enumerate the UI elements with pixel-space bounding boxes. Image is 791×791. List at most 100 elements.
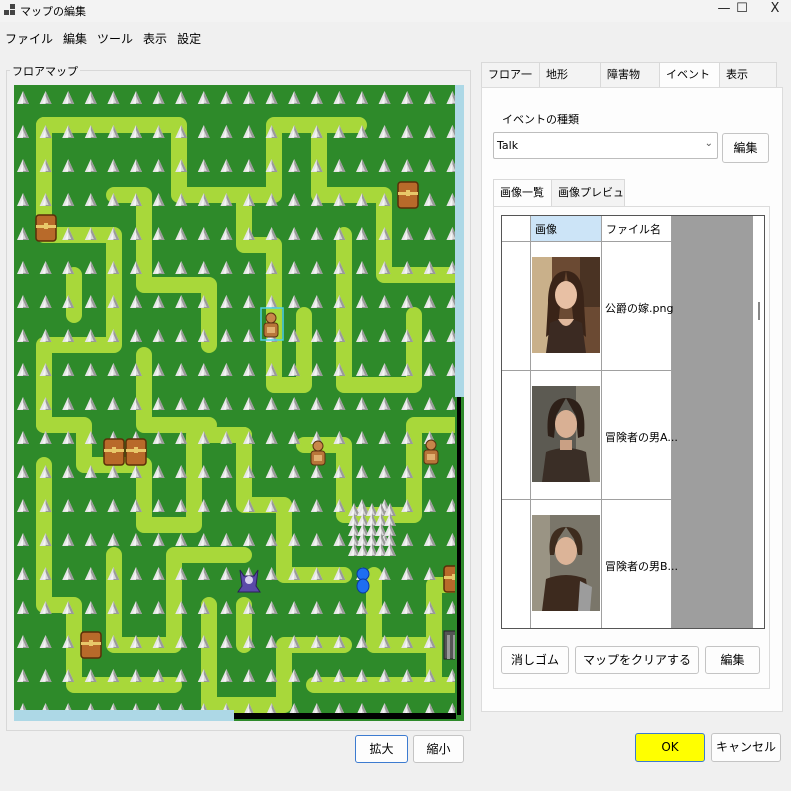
grid-scrollbar-thumb[interactable] <box>758 302 760 320</box>
tree-tile <box>288 193 301 206</box>
tree-tile <box>378 363 391 376</box>
npc-statue-icon <box>310 440 326 466</box>
menu-view[interactable]: 表示 <box>138 27 172 47</box>
tree-tile <box>107 397 120 410</box>
tree-tile <box>175 91 188 104</box>
tree-tile <box>175 261 188 274</box>
title-bar <box>0 0 791 22</box>
window-title: マップの編集 <box>20 5 86 18</box>
close-button[interactable]: X <box>757 0 791 20</box>
tab-event[interactable]: イベント <box>659 62 720 89</box>
tab-terrain[interactable]: 地形 <box>539 62 601 88</box>
tab-floor-list[interactable]: フロア一覧 <box>481 62 540 105</box>
tree-tile <box>310 499 323 512</box>
grid-row-header[interactable] <box>502 371 531 500</box>
tree-tile <box>265 91 278 104</box>
portrait-image <box>532 515 600 611</box>
grid-row-header[interactable] <box>502 242 531 371</box>
map-vertical-scrollbar-thumb[interactable] <box>455 85 464 397</box>
grid-row-header[interactable] <box>502 500 531 628</box>
grid-image-cell[interactable] <box>531 500 602 628</box>
tree-tile <box>401 295 414 308</box>
rock-cluster <box>348 503 396 556</box>
map-canvas[interactable] <box>14 85 464 721</box>
tree-tile <box>39 261 52 274</box>
grid-header-image[interactable]: 画像 <box>531 216 602 242</box>
tree-tile <box>423 125 436 138</box>
tree-tile <box>401 125 414 138</box>
menu-edit[interactable]: 編集 <box>58 27 92 47</box>
tree-tile <box>288 159 301 172</box>
menu-tools[interactable]: ツール <box>92 27 138 47</box>
menu-settings[interactable]: 設定 <box>172 27 206 47</box>
tree-tile <box>84 193 97 206</box>
app-icon <box>4 4 16 16</box>
grid-filename-cell[interactable]: 冒険者の男B... <box>602 500 678 628</box>
tree-tile <box>197 397 210 410</box>
tree-tile <box>39 91 52 104</box>
tree-tile <box>62 91 75 104</box>
tree-tile <box>175 669 188 682</box>
tree-tile <box>84 261 97 274</box>
tree-tile <box>130 91 142 104</box>
zoom-in-button[interactable]: 拡大 <box>355 735 408 763</box>
tree-tile <box>62 363 75 376</box>
grid-image-cell[interactable] <box>531 371 602 500</box>
image-grid[interactable]: 画像 ファイル名 公爵の嫁.png 冒険者の男A... 冒険者の男B... <box>501 215 765 629</box>
tree-tile <box>17 159 29 172</box>
tree-tile <box>243 261 255 274</box>
tree-tile <box>107 499 120 512</box>
tree-tile <box>423 363 436 376</box>
cancel-button[interactable]: キャンセル <box>711 733 781 762</box>
tree-tile <box>17 431 29 444</box>
tree-tile <box>243 91 255 104</box>
grid-filename-cell[interactable]: 冒険者の男A... <box>602 371 678 500</box>
treasure-chest-icon <box>397 181 419 209</box>
edit-image-button[interactable]: 編集 <box>705 646 760 674</box>
eraser-button[interactable]: 消しゴム <box>501 646 569 674</box>
tree-tile <box>39 669 52 682</box>
grid-filename-cell[interactable]: 公爵の嫁.png <box>602 242 673 371</box>
tree-tile <box>84 91 97 104</box>
edit-event-type-button[interactable]: 編集 <box>722 133 769 163</box>
tree-tile <box>152 295 165 308</box>
floor-map-legend: フロアマップ <box>10 63 80 79</box>
grid-header-filename[interactable]: ファイル名 <box>602 216 672 242</box>
map-horizontal-scrollbar-thumb[interactable] <box>14 710 234 721</box>
tab-display[interactable]: 表示 <box>719 62 777 88</box>
tree-tile <box>333 91 346 104</box>
tree-tile <box>401 227 414 240</box>
tree-tile <box>310 295 323 308</box>
maximize-button[interactable]: ☐ <box>724 0 760 20</box>
event-type-dropdown[interactable]: Talk ⌄ <box>493 132 718 159</box>
tree-tile <box>356 91 368 104</box>
tab-obstacles[interactable]: 障害物 <box>600 62 660 88</box>
subtab-image-preview[interactable]: 画像プレビュー <box>551 179 625 224</box>
ok-button[interactable]: OK <box>635 733 705 762</box>
tree-tile <box>378 397 391 410</box>
tree-tile <box>107 533 120 546</box>
tree-tile <box>310 601 323 614</box>
tree-tile <box>197 125 210 138</box>
tree-tile <box>220 261 233 274</box>
zoom-out-button[interactable]: 縮小 <box>413 735 464 763</box>
tree-tile <box>220 601 233 614</box>
tree-tile <box>84 669 97 682</box>
tree-tile <box>220 227 233 240</box>
tree-tile <box>39 295 52 308</box>
subtab-image-list[interactable]: 画像一覧 <box>493 179 552 206</box>
grid-vertical-scrollbar[interactable] <box>753 216 764 628</box>
tree-tile <box>243 669 255 682</box>
tree-tile <box>17 499 29 512</box>
tree-tile <box>265 533 278 546</box>
clear-map-button[interactable]: マップをクリアする <box>575 646 699 674</box>
grid-image-cell[interactable] <box>531 242 602 371</box>
tree-tile <box>220 363 233 376</box>
tree-tile <box>197 567 210 580</box>
menu-file[interactable]: ファイル <box>0 27 58 47</box>
map-path-segment <box>136 347 217 433</box>
tree-tile <box>152 499 165 512</box>
tree-tile <box>152 465 165 478</box>
tree-tile <box>220 295 233 308</box>
tree-tile <box>84 397 97 410</box>
